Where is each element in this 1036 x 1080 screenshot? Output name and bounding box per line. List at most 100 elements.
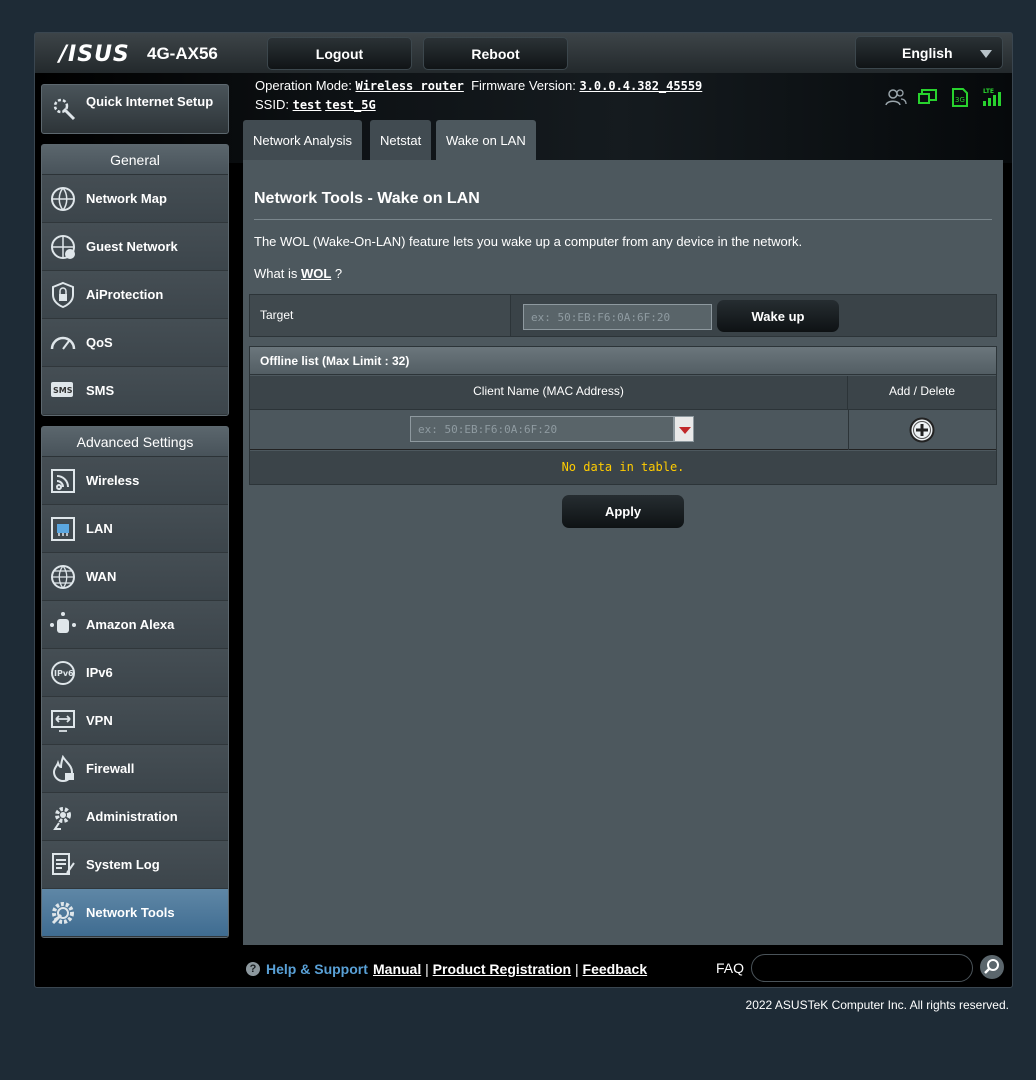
wake-up-button[interactable]: Wake up — [717, 300, 839, 332]
language-select[interactable]: English — [855, 36, 1003, 69]
client-name-header: Client Name (MAC Address) — [250, 376, 848, 409]
svg-text:SMS: SMS — [53, 386, 73, 395]
sidebar-item-label: Firewall — [86, 761, 135, 776]
lan-icon — [49, 515, 77, 543]
operation-mode-label: Operation Mode: — [255, 78, 352, 93]
operation-mode-link[interactable]: Wireless router — [355, 79, 463, 93]
offline-list-table: Offline list (Max Limit : 32) Client Nam… — [249, 346, 997, 485]
question-mark: ? — [331, 266, 343, 281]
svg-text:IPv6: IPv6 — [54, 669, 74, 678]
no-data-message: No data in table. — [250, 451, 996, 484]
sidebar-item-label: Administration — [86, 809, 178, 824]
svg-text:3G: 3G — [955, 96, 965, 104]
tab-network-analysis[interactable]: Network Analysis — [243, 120, 362, 160]
wol-link[interactable]: WOL — [301, 266, 331, 281]
offline-list-header: Client Name (MAC Address) Add / Delete — [250, 376, 996, 409]
wizard-icon — [50, 95, 78, 123]
wireless-icon — [49, 467, 77, 495]
quick-internet-setup[interactable]: Quick Internet Setup — [41, 84, 229, 134]
feedback-link[interactable]: Feedback — [583, 961, 648, 977]
sidebar-item-vpn[interactable]: VPN — [42, 697, 228, 745]
sidebar-item-label: IPv6 — [86, 665, 113, 680]
offline-list-caption: Offline list (Max Limit : 32) — [250, 347, 996, 375]
svg-text:LTE: LTE — [983, 88, 994, 95]
column-divider — [848, 410, 849, 450]
sidebar-item-amazon-alexa[interactable]: Amazon Alexa — [42, 601, 228, 649]
firmware-link[interactable]: 3.0.0.4.382_45559 — [579, 79, 702, 93]
tab-wake-on-lan[interactable]: Wake on LAN — [436, 120, 536, 160]
ssid-link-1[interactable]: test — [293, 98, 322, 112]
language-value: English — [902, 44, 953, 61]
guest-network-icon — [49, 233, 77, 261]
firewall-icon — [49, 754, 77, 783]
link-separator: | — [425, 961, 429, 977]
target-row: Target ex: 50:EB:F6:0A:6F:20 Wake up — [249, 294, 997, 337]
sim-icon[interactable]: 3G — [949, 87, 971, 107]
apply-button[interactable]: Apply — [562, 495, 684, 528]
lte-signal-icon[interactable]: LTE — [981, 87, 1003, 107]
sidebar-item-system-log[interactable]: System Log — [42, 841, 228, 889]
usb-icon[interactable] — [917, 87, 939, 107]
clients-icon[interactable] — [885, 87, 907, 107]
product-registration-link[interactable]: Product Registration — [433, 961, 571, 977]
ssid-link-2[interactable]: test_5G — [325, 98, 376, 112]
logout-button[interactable]: Logout — [267, 37, 412, 70]
title-divider — [254, 219, 992, 220]
ssid-info: SSID: test test_5G — [255, 97, 376, 112]
sidebar-item-label: AiProtection — [86, 287, 164, 302]
faq-search-input[interactable] — [751, 954, 973, 982]
sidebar-item-network-tools[interactable]: Network Tools — [42, 889, 228, 937]
sidebar-item-administration[interactable]: Administration — [42, 793, 228, 841]
reboot-button[interactable]: Reboot — [423, 37, 568, 70]
firmware-label: Firmware Version: — [471, 78, 576, 93]
sidebar-item-firewall[interactable]: Firewall — [42, 745, 228, 793]
add-client-row: ex: 50:EB:F6:0A:6F:20 — [250, 409, 996, 450]
ipv6-icon: IPv6 — [49, 659, 77, 687]
copyright: 2022 ASUSTeK Computer Inc. All rights re… — [745, 998, 1009, 1012]
qis-label: Quick Internet Setup — [86, 94, 214, 109]
footer-links: Manual | Product Registration | Feedback — [373, 961, 647, 977]
sidebar-item-label: VPN — [86, 713, 113, 728]
router-ui-frame: /ISUS 4G-AX56 Logout Reboot English Oper… — [34, 32, 1013, 988]
sidebar-item-label: WAN — [86, 569, 117, 584]
sidebar-item-wan[interactable]: WAN — [42, 553, 228, 601]
chevron-down-icon — [980, 50, 992, 58]
client-dropdown-button[interactable] — [674, 416, 694, 442]
shield-lock-icon — [49, 281, 77, 309]
sidebar-item-guest-network[interactable]: Guest Network — [42, 223, 228, 271]
sidebar-item-label: Network Map — [86, 191, 167, 206]
top-bar: /ISUS 4G-AX56 Logout Reboot English — [35, 33, 1012, 163]
manual-link[interactable]: Manual — [373, 961, 421, 977]
model-name: 4G-AX56 — [147, 44, 218, 63]
sidebar-item-qos[interactable]: QoS — [42, 319, 228, 367]
sidebar-item-network-map[interactable]: Network Map — [42, 175, 228, 223]
sidebar-item-wireless[interactable]: Wireless — [42, 457, 228, 505]
link-separator: | — [575, 961, 579, 977]
network-map-icon — [49, 185, 77, 213]
network-tools-icon — [49, 899, 77, 927]
gear-icon — [49, 803, 77, 831]
tab-netstat[interactable]: Netstat — [370, 120, 432, 160]
sidebar-item-label: LAN — [86, 521, 113, 536]
target-label: Target — [250, 295, 511, 336]
sidebar-item-label: SMS — [86, 383, 115, 398]
question-icon: ? — [246, 962, 260, 976]
sidebar-item-sms[interactable]: SMS SMS — [42, 367, 228, 415]
sidebar-item-ipv6[interactable]: IPv6 IPv6 — [42, 649, 228, 697]
sidebar-item-aiprotection[interactable]: AiProtection — [42, 271, 228, 319]
vpn-icon — [49, 707, 77, 735]
sidebar-item-lan[interactable]: LAN — [42, 505, 228, 553]
gauge-icon — [49, 329, 77, 357]
what-is-wol: What is WOL ? — [254, 266, 342, 281]
general-title: General — [42, 145, 228, 175]
add-circle-icon[interactable] — [909, 417, 935, 443]
sidebar-item-label: Wireless — [86, 473, 140, 488]
sidebar-item-label: Network Tools — [86, 905, 175, 920]
client-mac-input[interactable]: ex: 50:EB:F6:0A:6F:20 — [410, 416, 674, 442]
target-mac-input[interactable]: ex: 50:EB:F6:0A:6F:20 — [523, 304, 712, 330]
help-support[interactable]: ? Help & Support — [246, 961, 368, 977]
advanced-menu: Advanced Settings Wireless LAN WAN Amazon A… — [41, 426, 229, 938]
operation-info: Operation Mode: Wireless router Firmware… — [255, 78, 702, 93]
search-icon[interactable] — [980, 955, 1004, 979]
sidebar-item-label: QoS — [86, 335, 113, 350]
